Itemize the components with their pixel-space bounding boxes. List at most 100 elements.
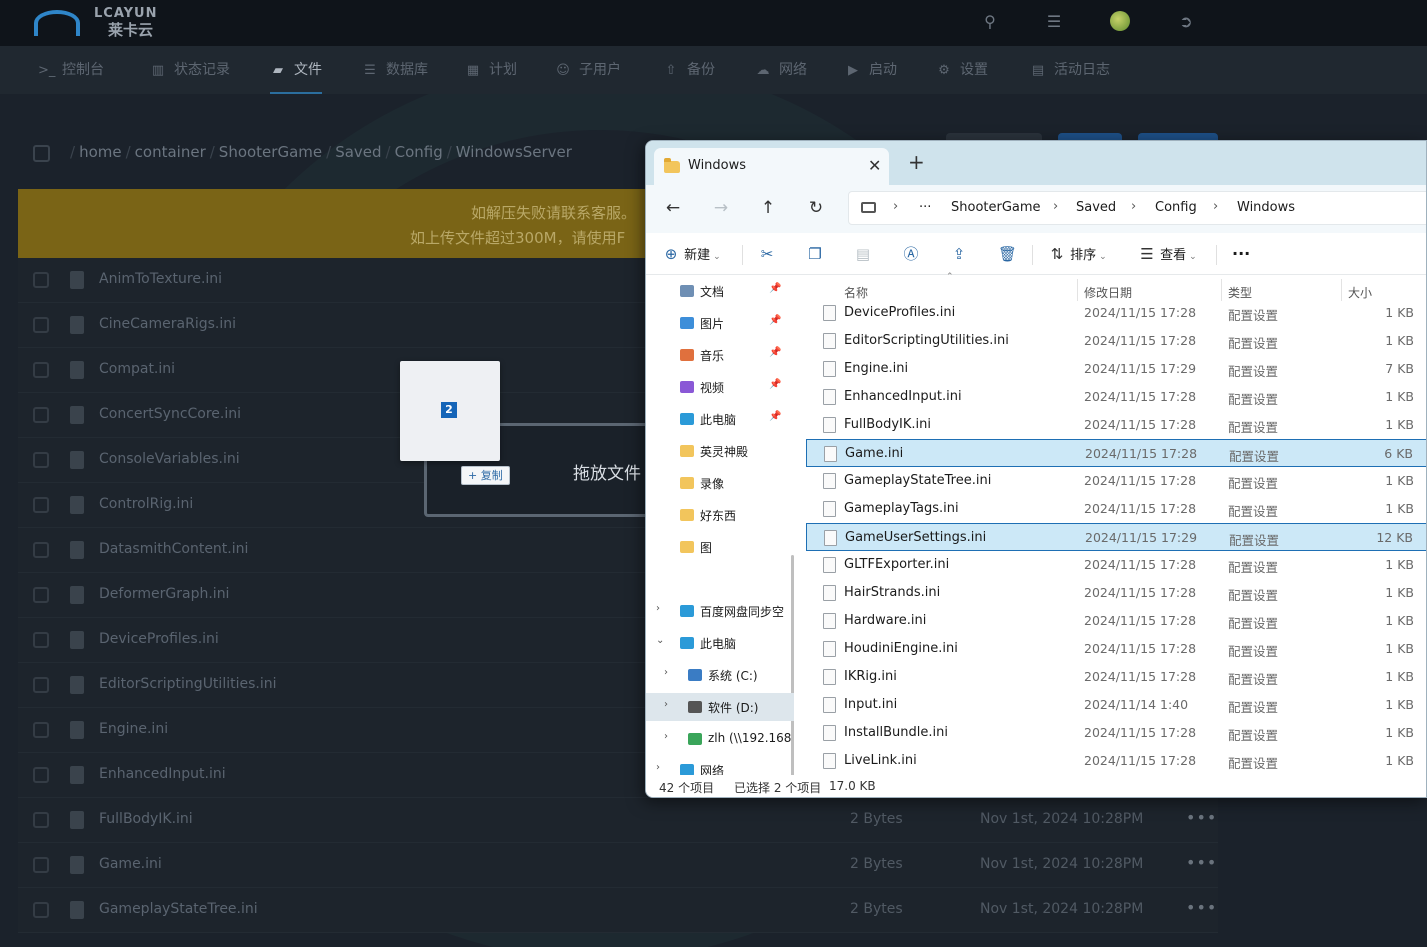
address-field[interactable]: › ··· ShooterGame › Saved › Config › Win… [848,191,1426,225]
expand-chevron-icon[interactable]: › [664,731,668,742]
share-button[interactable]: ⇪ [950,243,968,265]
expand-chevron-icon[interactable]: › [656,762,660,773]
sort-button[interactable]: ⇅ 排序 ⌄ [1048,243,1107,265]
file-name[interactable]: CineCameraRigs.ini [99,316,236,332]
file-name[interactable]: GameplayStateTree.ini [99,901,258,917]
nav-pane-item-7[interactable]: 好东西 [646,501,794,529]
cut-button[interactable]: ✂ [758,243,776,265]
new-tab-icon[interactable]: + [908,152,925,172]
file-name[interactable]: Compat.ini [99,361,175,377]
nav-item-3[interactable]: ☰ 数据库 [362,46,428,94]
table-row[interactable]: GameplayStateTree.ini 2 Bytes Nov 1st, 202… [18,888,1218,933]
row-checkbox[interactable] [33,677,49,693]
column-divider[interactable] [1077,279,1078,301]
expand-chevron-icon[interactable]: › [664,699,668,710]
breadcrumb-item[interactable]: home [79,143,122,161]
nav-item-0[interactable]: >_ 控制台 [38,46,104,94]
list-item[interactable]: Input.ini 2024/11/14 1:40 配置设置 1 KB [806,691,1426,719]
file-name[interactable]: Engine.ini [99,721,168,737]
nav-pane-item-0[interactable]: 文档 📌 [646,277,794,305]
nav-item-5[interactable]: ☺ 子用户 [555,46,621,94]
select-all-checkbox[interactable] [33,145,50,162]
list-item[interactable]: EnhancedInput.ini 2024/11/15 17:28 配置设置 1 K… [806,383,1426,411]
list-item[interactable]: GameplayTags.ini 2024/11/15 17:28 配置设置 1 KB [806,495,1426,523]
rename-button[interactable]: Ⓐ [902,243,920,265]
file-name[interactable]: ConsoleVariables.ini [99,451,240,467]
breadcrumb-item[interactable]: ShooterGame [219,143,322,161]
tree-item-0[interactable]: › 百度网盘同步空 [646,597,794,625]
file-name[interactable]: EditorScriptingUtilities.ini [99,676,276,692]
table-row[interactable]: Game.ini 2 Bytes Nov 1st, 2024 10:28PM ••• [18,843,1218,888]
search-icon[interactable]: ⚲ [980,12,1000,32]
row-checkbox[interactable] [33,812,49,828]
address-more[interactable]: ··· [919,200,931,215]
nav-item-1[interactable]: ▥ 状态记录 [150,46,230,94]
list-item[interactable]: DeviceProfiles.ini 2024/11/15 17:28 配置设置 1 … [806,299,1426,327]
nav-item-9[interactable]: ⚙ 设置 [936,46,988,94]
list-item[interactable]: LiveLink.ini 2024/11/15 17:28 配置设置 1 KB [806,747,1426,775]
row-menu-icon[interactable]: ••• [1186,853,1217,872]
breadcrumb-item[interactable]: WindowsServer [456,143,572,161]
row-checkbox[interactable] [33,902,49,918]
nav-item-6[interactable]: ⇧ 备份 [663,46,715,94]
row-checkbox[interactable] [33,767,49,783]
logo[interactable]: LCAYUN 莱卡云 [34,6,174,40]
nav-item-4[interactable]: ▦ 计划 [465,46,517,94]
logout-icon[interactable]: ➲ [1176,12,1196,32]
row-checkbox[interactable] [33,857,49,873]
tree-item-3[interactable]: › 软件 (D:) [646,693,794,721]
row-menu-icon[interactable]: ••• [1186,808,1217,827]
column-divider[interactable] [1221,279,1222,301]
nav-pane-item-8[interactable]: 图 [646,533,794,561]
paste-button[interactable]: ▤ [854,243,872,265]
list-item[interactable]: Engine.ini 2024/11/15 17:29 配置设置 7 KB [806,355,1426,383]
list-item[interactable]: HairStrands.ini 2024/11/15 17:28 配置设置 1 KB [806,579,1426,607]
nav-pane-item-2[interactable]: 音乐 📌 [646,341,794,369]
column-divider[interactable] [1341,279,1342,301]
expand-chevron-icon[interactable]: › [656,603,660,614]
row-checkbox[interactable] [33,587,49,603]
back-arrow-icon[interactable]: ← [662,197,684,219]
delete-button[interactable]: 🗑 [998,243,1017,265]
address-crumb-config[interactable]: Config [1155,200,1197,215]
breadcrumb-item[interactable]: Saved [335,143,381,161]
breadcrumb-item[interactable]: container [135,143,206,161]
refresh-icon[interactable]: ↻ [805,197,827,219]
nav-item-8[interactable]: ▶ 启动 [845,46,897,94]
nav-pane-item-3[interactable]: 视频 📌 [646,373,794,401]
breadcrumb-item[interactable]: Config [395,143,443,161]
list-item[interactable]: EditorScriptingUtilities.ini 2024/11/15 1… [806,327,1426,355]
table-row[interactable]: FullBodyIK.ini 2 Bytes Nov 1st, 2024 10:28… [18,798,1218,843]
row-menu-icon[interactable]: ••• [1186,898,1217,917]
list-item[interactable]: Hardware.ini 2024/11/15 17:28 配置设置 1 KB [806,607,1426,635]
nav-item-2[interactable]: ▰ 文件 [270,46,322,94]
nav-item-7[interactable]: ☁ 网络 [755,46,808,94]
list-item[interactable]: Game.ini 2024/11/15 17:28 配置设置 6 KB [806,439,1426,467]
avatar[interactable] [1110,11,1130,31]
close-icon[interactable]: ✕ [868,156,881,175]
view-button[interactable]: ☰ 查看 ⌄ [1138,243,1196,265]
tree-item-2[interactable]: › 系统 (C:) [646,661,794,689]
nav-item-10[interactable]: ▤ 活动日志 [1030,46,1110,94]
copy-button[interactable]: ❐ [806,243,824,265]
list-item[interactable]: InstallBundle.ini 2024/11/15 17:28 配置设置 1 K… [806,719,1426,747]
row-checkbox[interactable] [33,362,49,378]
row-checkbox[interactable] [33,407,49,423]
more-options-button[interactable]: ··· [1232,243,1250,265]
file-name[interactable]: ConcertSyncCore.ini [99,406,241,422]
expand-chevron-icon[interactable]: ⌄ [656,635,664,646]
file-name[interactable]: EnhancedInput.ini [99,766,226,782]
file-name[interactable]: Game.ini [99,856,162,872]
nav-pane-item-1[interactable]: 图片 📌 [646,309,794,337]
list-item[interactable]: HoudiniEngine.ini 2024/11/15 17:28 配置设置 1 K… [806,635,1426,663]
file-name[interactable]: DeformerGraph.ini [99,586,229,602]
nav-pane-item-5[interactable]: 英灵神殿 [646,437,794,465]
nav-pane-item-4[interactable]: 此电脑 📌 [646,405,794,433]
tab-windows[interactable]: Windows ✕ [654,148,889,185]
nav-pane-item-6[interactable]: 录像 [646,469,794,497]
expand-chevron-icon[interactable]: › [664,667,668,678]
layers-icon[interactable]: ☰ [1044,12,1064,32]
file-name[interactable]: AnimToTexture.ini [99,271,222,287]
tree-item-4[interactable]: › zlh (\\192.168 [646,725,794,753]
tree-item-1[interactable]: ⌄ 此电脑 [646,629,794,657]
